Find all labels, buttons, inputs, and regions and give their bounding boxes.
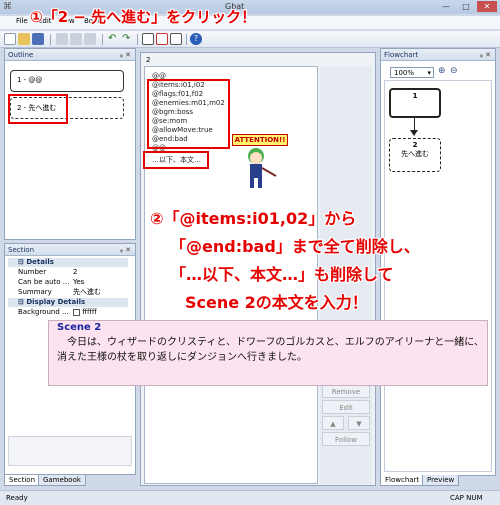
scene2-callout: Scene 2 今日は、ウィザードのクリスティと、ドワーフのゴルカスと、エルフの… — [48, 320, 488, 386]
link-scene-icon[interactable] — [170, 33, 182, 45]
flow-node-1[interactable]: 1 — [389, 88, 441, 118]
help-icon[interactable]: ? — [190, 33, 202, 45]
paste-icon[interactable] — [84, 33, 96, 45]
prop-background[interactable]: Background ... ffffff — [8, 308, 128, 317]
prop-number[interactable]: Number 2 — [8, 268, 128, 277]
pin-icon[interactable]: ᵩ ✕ — [480, 51, 491, 59]
undo-icon[interactable]: ↶ — [108, 33, 120, 45]
prop-auto[interactable]: Can be auto ... Yes — [8, 278, 128, 287]
details-section[interactable]: ⊟ Details — [8, 258, 128, 267]
delete-scene-icon[interactable] — [156, 33, 168, 45]
tab-section[interactable]: Section — [4, 475, 41, 486]
new-file-icon[interactable] — [4, 33, 16, 45]
attention-badge: ATTENTION!! — [232, 134, 288, 146]
move-up-button[interactable]: ▲ — [322, 416, 344, 430]
maximize-button[interactable]: □ — [456, 1, 476, 12]
section-number: 2 — [146, 56, 151, 64]
annotation-step2-line2: 「@end:bad」まで全て削除し、 — [170, 237, 420, 256]
chevron-down-icon: ▾ — [427, 69, 431, 77]
section-header: Section ᵩ ✕ — [5, 244, 135, 256]
edit-button[interactable]: Edit — [322, 400, 370, 414]
outline-item-1[interactable]: 1 - @@ — [10, 70, 124, 92]
move-down-button[interactable]: ▼ — [348, 416, 370, 430]
status-bar: Ready CAP NUM — [0, 490, 500, 505]
tab-gamebook[interactable]: Gamebook — [38, 475, 86, 486]
scene2-body: 今日は、ウィザードのクリスティと、ドワーフのゴルカスと、エルフのアイリーナと一緒… — [57, 337, 484, 363]
zoom-in-icon[interactable]: ⊕ — [438, 66, 446, 76]
description-box — [8, 436, 132, 466]
mascot-image — [248, 148, 277, 188]
pin-icon[interactable]: ᵩ ✕ — [120, 51, 131, 59]
color-swatch — [73, 308, 80, 316]
highlight-body-placeholder — [143, 151, 209, 169]
tab-flowchart[interactable]: Flowchart — [380, 475, 425, 486]
scene2-title: Scene 2 — [57, 322, 102, 333]
close-button[interactable]: ✕ — [477, 1, 497, 12]
minimize-button[interactable]: — — [436, 1, 456, 12]
highlight-outline-item — [8, 94, 68, 124]
flow-node-2[interactable]: 2 先へ進む — [389, 138, 441, 172]
annotation-step2-line1: ②「@items:i01,02」から — [150, 209, 357, 228]
annotation-step2-line3: 「…以下、本文…」も削除して — [170, 265, 394, 284]
menu-file[interactable]: File — [16, 17, 28, 25]
add-scene-icon[interactable] — [142, 33, 154, 45]
app-icon: ⌘ — [3, 2, 12, 12]
status-indicators: CAP NUM — [450, 494, 483, 502]
annotation-step2-line4: Scene 2の本文を入力！ — [185, 293, 368, 312]
display-details-section[interactable]: ⊟ Display Details — [8, 298, 128, 307]
zoom-select[interactable]: 100% ▾ — [390, 67, 434, 78]
flowchart-header: Flowchart ᵩ ✕ — [381, 49, 495, 61]
remove-button[interactable]: Remove — [322, 384, 370, 398]
redo-icon[interactable]: ↷ — [122, 33, 134, 45]
toolbar: ↶ ↷ ? — [0, 31, 500, 48]
follow-button[interactable]: Follow — [322, 432, 370, 446]
save-icon[interactable] — [32, 33, 44, 45]
open-folder-icon[interactable] — [18, 33, 30, 45]
prop-summary[interactable]: Summary 先へ進む — [8, 288, 128, 297]
cut-icon[interactable] — [56, 33, 68, 45]
arrow-icon — [410, 130, 418, 136]
zoom-out-icon[interactable]: ⊖ — [450, 66, 458, 76]
tab-preview[interactable]: Preview — [422, 475, 460, 486]
outline-header: Outline ᵩ ✕ — [5, 49, 135, 61]
highlight-meta-block — [147, 79, 230, 149]
status-text: Ready — [6, 494, 28, 502]
copy-icon[interactable] — [70, 33, 82, 45]
annotation-step1: ①「2 − 先へ進む」をクリック！ — [30, 8, 257, 26]
pin-icon[interactable]: ᵩ ✕ — [120, 246, 131, 254]
